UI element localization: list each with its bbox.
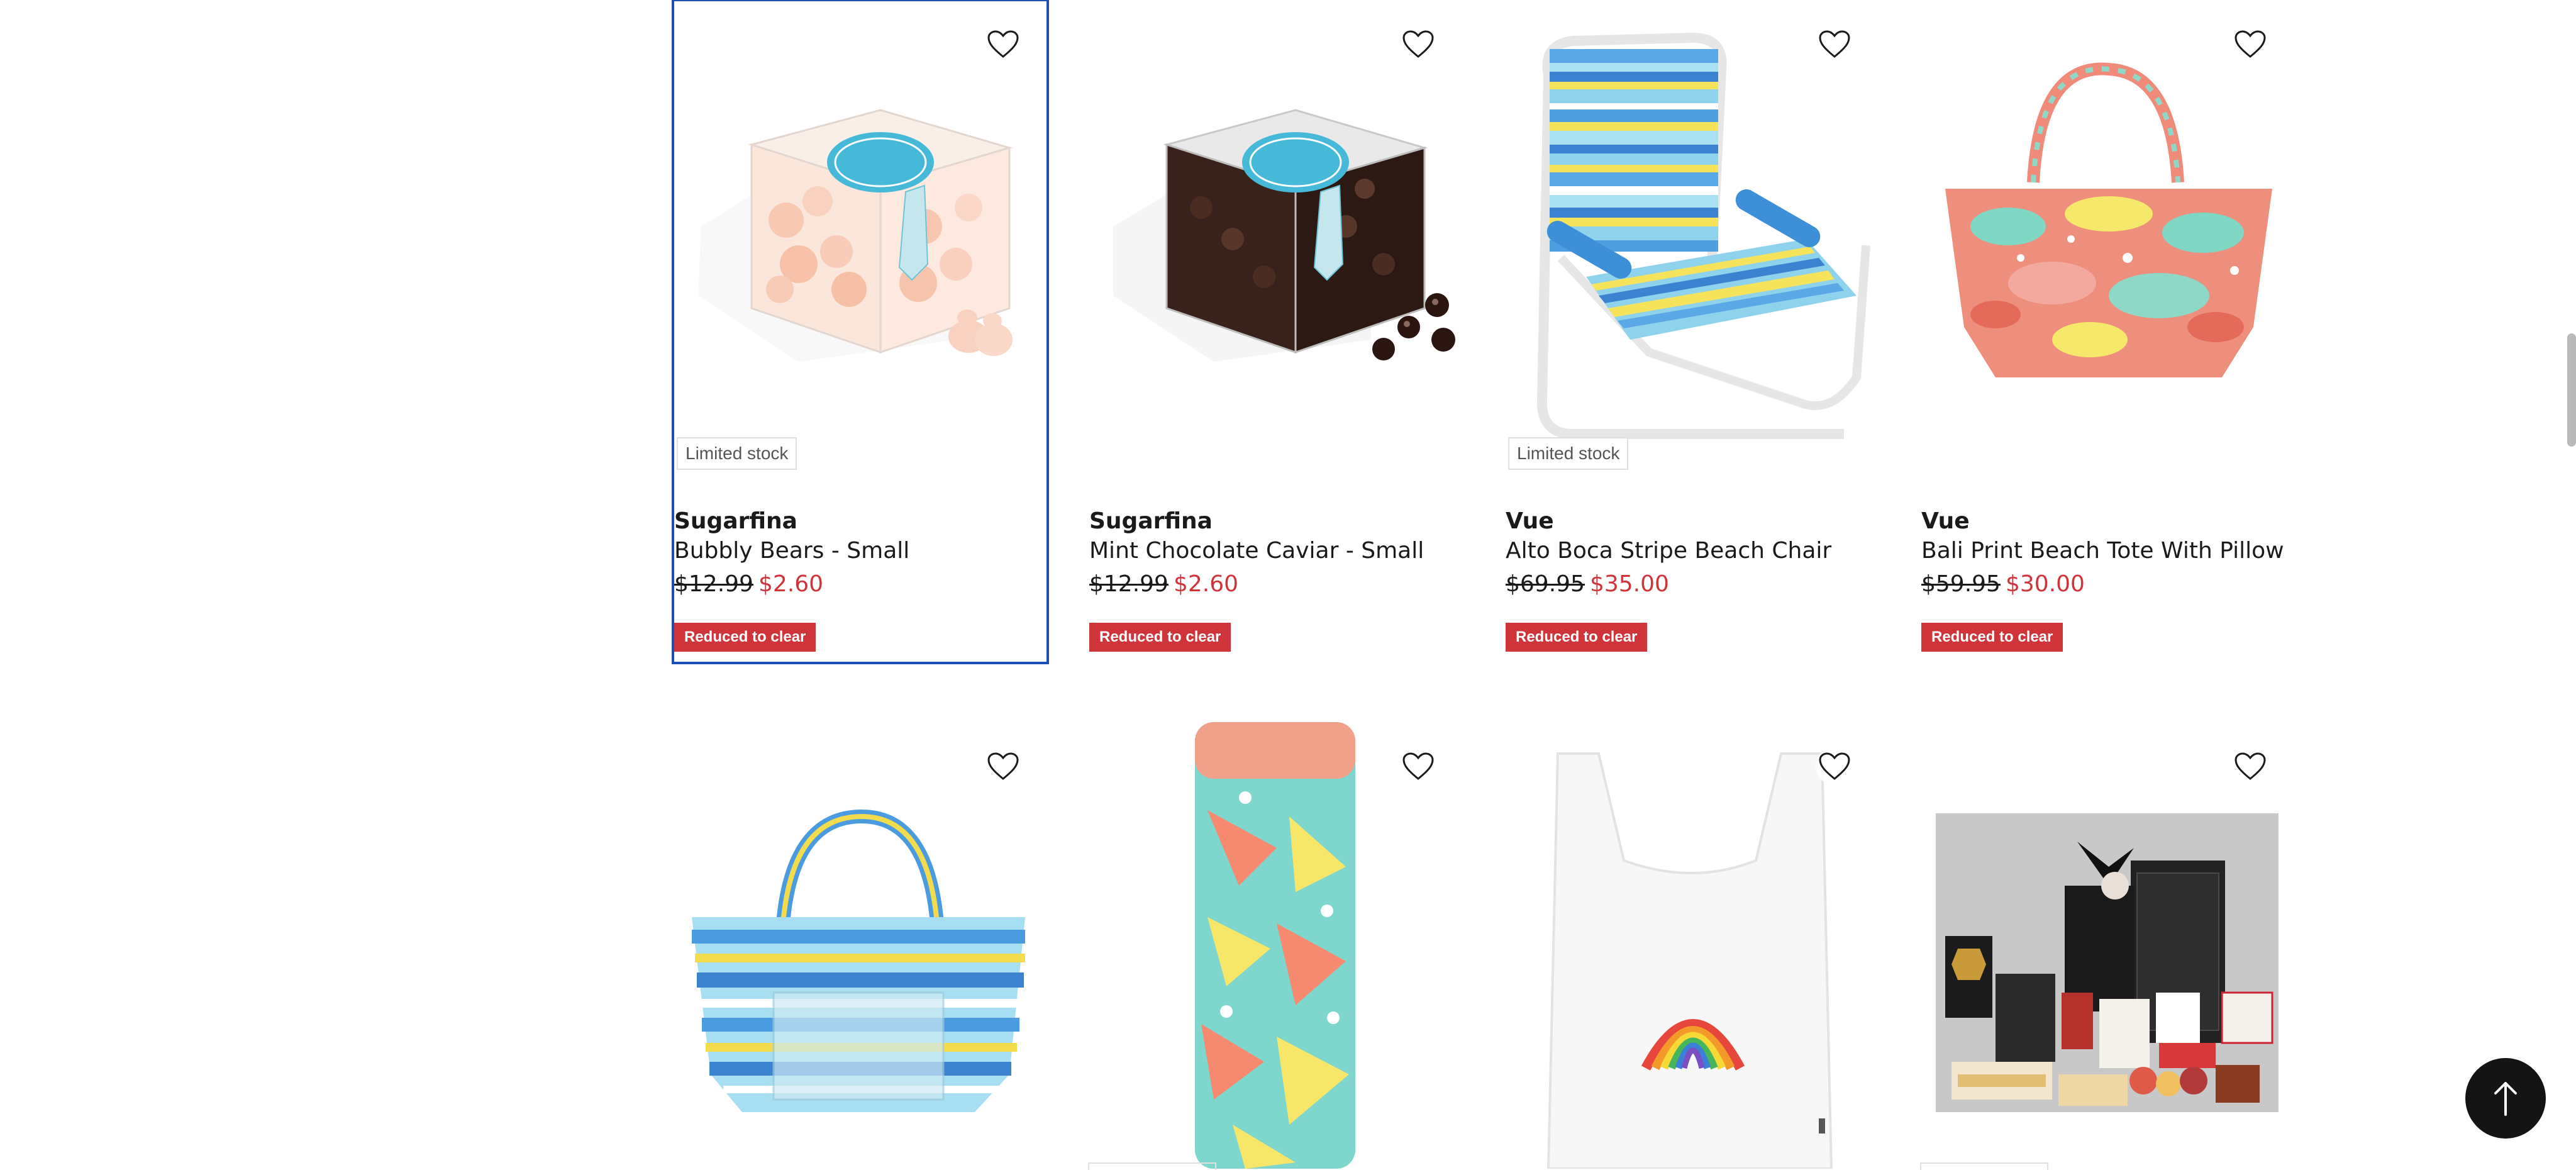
product-grid: Limited stock Sugarfina Bubbly Bears - S… — [672, 0, 2302, 1170]
product-image[interactable] — [1920, 722, 2295, 1169]
product-card[interactable]: Sugarfina Mint Chocolate Caviar - Small … — [1088, 0, 1463, 663]
reduced-to-clear-tag: Reduced to clear — [1506, 623, 1648, 652]
back-to-top-button[interactable] — [2465, 1058, 2546, 1139]
wishlist-heart-icon[interactable] — [2231, 747, 2269, 785]
product-image[interactable] — [1504, 722, 1879, 1169]
product-brand[interactable]: Sugarfina — [1089, 508, 1213, 534]
product-name[interactable]: Bali Print Beach Tote With Pillow — [1921, 538, 2284, 564]
limited-stock-badge: Limited stock — [677, 437, 797, 470]
product-name[interactable]: Mint Chocolate Caviar - Small — [1089, 538, 1424, 564]
badge-outline — [1088, 1162, 1216, 1170]
product-image[interactable] — [1504, 0, 1879, 453]
product-image[interactable] — [1920, 0, 2295, 453]
sale-price: $35.00 — [1589, 571, 1669, 597]
reduced-to-clear-tag: Reduced to clear — [1089, 623, 1231, 652]
sale-price: $2.60 — [758, 571, 824, 597]
badge-outline — [1920, 1162, 2048, 1170]
product-card[interactable] — [673, 722, 1048, 1169]
reduced-to-clear-tag: Reduced to clear — [1921, 623, 2063, 652]
product-brand[interactable]: Vue — [1921, 508, 1970, 534]
wishlist-heart-icon[interactable] — [1816, 747, 1853, 785]
original-price: $59.95 — [1921, 571, 2001, 597]
wishlist-heart-icon[interactable] — [2231, 25, 2269, 63]
limited-stock-badge: Limited stock — [1508, 437, 1629, 470]
product-card[interactable]: Vue Bali Print Beach Tote With Pillow $5… — [1920, 0, 2295, 663]
product-card[interactable] — [1088, 722, 1463, 1170]
sale-price: $2.60 — [1173, 571, 1239, 597]
original-price: $12.99 — [1089, 571, 1169, 597]
wishlist-heart-icon[interactable] — [984, 747, 1022, 785]
product-brand[interactable]: Sugarfina — [674, 508, 797, 534]
wishlist-heart-icon[interactable] — [1816, 25, 1853, 63]
product-brand[interactable]: Vue — [1506, 508, 1554, 534]
original-price: $69.95 — [1506, 571, 1585, 597]
product-card[interactable]: Limited stock Vue Alto Boca Stripe Beach… — [1504, 0, 1879, 663]
price-row: $12.99 $2.60 — [1089, 571, 1238, 597]
product-card[interactable] — [1920, 722, 2295, 1170]
product-image[interactable] — [1088, 722, 1463, 1169]
sale-price: $30.00 — [2005, 571, 2085, 597]
product-name[interactable]: Bubbly Bears - Small — [674, 538, 909, 564]
original-price: $12.99 — [674, 571, 753, 597]
wishlist-heart-icon[interactable] — [1399, 25, 1437, 63]
price-row: $69.95 $35.00 — [1506, 571, 1669, 597]
price-row: $12.99 $2.60 — [674, 571, 823, 597]
product-name[interactable]: Alto Boca Stripe Beach Chair — [1506, 538, 1831, 564]
product-card[interactable] — [1504, 722, 1879, 1169]
reduced-to-clear-tag: Reduced to clear — [674, 623, 816, 652]
price-row: $59.95 $30.00 — [1921, 571, 2085, 597]
wishlist-heart-icon[interactable] — [984, 25, 1022, 63]
product-image[interactable] — [1088, 0, 1463, 453]
arrow-up-icon — [2492, 1079, 2519, 1117]
product-image[interactable] — [673, 722, 1048, 1169]
wishlist-heart-icon[interactable] — [1399, 747, 1437, 785]
product-image[interactable] — [673, 0, 1048, 453]
product-card[interactable]: Limited stock Sugarfina Bubbly Bears - S… — [672, 0, 1049, 664]
scrollbar-thumb[interactable] — [2567, 333, 2576, 447]
